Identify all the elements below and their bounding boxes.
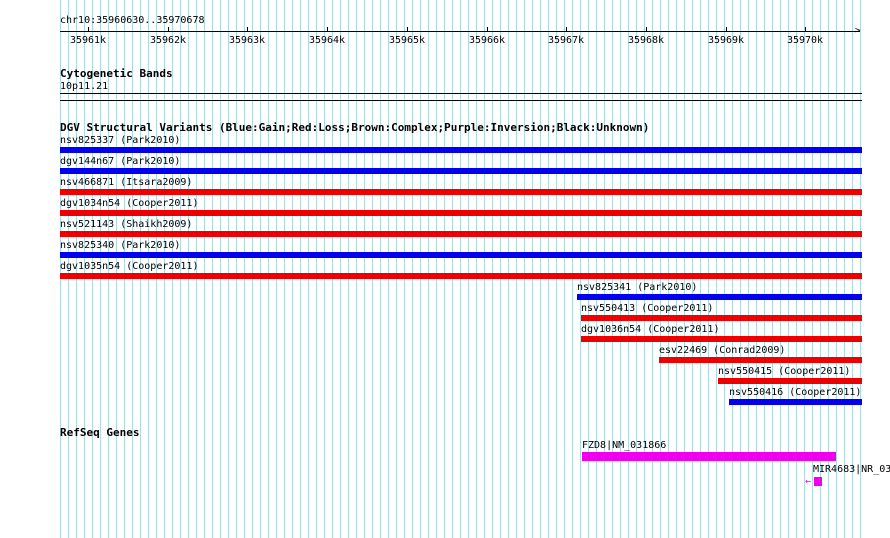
ruler-tick-label: 35963k: [228, 35, 266, 46]
ruler-tick: [407, 27, 408, 32]
variant-label[interactable]: dgv144n67 (Park2010): [60, 156, 180, 167]
ruler-tick-label: 35962k: [149, 35, 187, 46]
ruler-tick-label: 35965k: [388, 35, 426, 46]
variant-bar[interactable]: [60, 273, 862, 279]
variant-label[interactable]: esv22469 (Conrad2009): [659, 345, 785, 356]
ruler-tick-label: 35966k: [468, 35, 506, 46]
ruler-location: chr10:35960630..35970678: [60, 15, 205, 26]
gene-label-fzd8[interactable]: FZD8|NM_031866: [582, 440, 666, 451]
variant-bar[interactable]: [718, 378, 862, 384]
variant-bar[interactable]: [60, 231, 862, 237]
variant-bar[interactable]: [581, 336, 862, 342]
refseq-track-title: RefSeq Genes: [60, 426, 140, 439]
variant-bar[interactable]: [729, 399, 862, 405]
variant-bar[interactable]: [581, 315, 862, 321]
variant-bar[interactable]: [60, 189, 862, 195]
gene-bar-mir4683[interactable]: [814, 477, 822, 486]
ruler-tick-label: 35961k: [69, 35, 107, 46]
variant-label[interactable]: nsv825341 (Park2010): [577, 282, 697, 293]
gene-bar-fzd8[interactable]: [582, 452, 836, 461]
variant-bar[interactable]: [60, 147, 862, 153]
dgv-track-title: DGV Structural Variants (Blue:Gain;Red:L…: [60, 121, 650, 134]
variant-bar[interactable]: [60, 210, 862, 216]
variant-bar[interactable]: [60, 168, 862, 174]
ruler-tick-label: 35967k: [547, 35, 585, 46]
variant-bar[interactable]: [577, 294, 862, 300]
variant-label[interactable]: dgv1035n54 (Cooper2011): [60, 261, 198, 272]
ruler-axis: [60, 31, 860, 32]
ruler-tick: [566, 27, 567, 32]
variant-label[interactable]: dgv1036n54 (Cooper2011): [581, 324, 719, 335]
variant-label[interactable]: nsv521143 (Shaikh2009): [60, 219, 192, 230]
ruler-tick-label: 35970k: [786, 35, 824, 46]
ruler-tick: [247, 27, 248, 32]
cytoband-track-title: Cytogenetic Bands: [60, 67, 173, 80]
ruler-tick: [726, 27, 727, 32]
variant-bar[interactable]: [659, 357, 862, 363]
variant-label[interactable]: nsv825340 (Park2010): [60, 240, 180, 251]
ruler-tick-label: 35964k: [308, 35, 346, 46]
strand-arrow-icon: ←: [805, 476, 812, 487]
variant-label[interactable]: nsv550416 (Cooper2011): [729, 387, 861, 398]
ruler-tick-label: 35968k: [627, 35, 665, 46]
ruler-tick: [487, 27, 488, 32]
ruler-tick: [327, 27, 328, 32]
variant-label[interactable]: dgv1034n54 (Cooper2011): [60, 198, 198, 209]
ruler-tick: [646, 27, 647, 32]
ruler-right-arrow-icon: >: [855, 26, 861, 36]
ruler-tick-label: 35969k: [707, 35, 745, 46]
variant-label[interactable]: nsv466871 (Itsara2009): [60, 177, 192, 188]
ruler-tick: [168, 27, 169, 32]
cytoband-label: 10p11.21: [60, 81, 109, 92]
variant-label[interactable]: nsv550415 (Cooper2011): [718, 366, 850, 377]
ruler-tick: [88, 27, 89, 32]
ruler-tick: [805, 27, 806, 32]
cytoband-line-bottom: [60, 100, 862, 101]
gene-label-mir4683[interactable]: MIR4683|NR_03: [813, 464, 890, 475]
variant-label[interactable]: nsv550413 (Cooper2011): [581, 303, 713, 314]
variant-bar[interactable]: [60, 252, 862, 258]
cytoband-line-top: [60, 93, 862, 94]
variant-label[interactable]: nsv825337 (Park2010): [60, 135, 180, 146]
